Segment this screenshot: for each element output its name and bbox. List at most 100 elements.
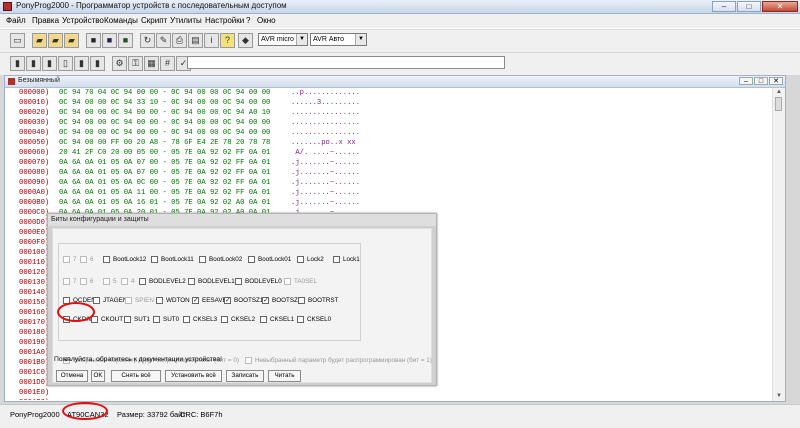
print-preview-icon[interactable]: ▤ (188, 33, 203, 48)
program-icon[interactable]: ▮ (74, 56, 89, 71)
erase-device-icon[interactable]: ▯ (58, 56, 73, 71)
menu-device[interactable]: Устройство (62, 16, 104, 25)
security-bits-icon[interactable]: ⚿ (128, 56, 143, 71)
hex-row[interactable]: 000040) 0C 94 00 00 0C 94 00 00 - 0C 94 0… (9, 128, 769, 138)
menu-utilities[interactable]: Утилиты (170, 16, 202, 25)
checkbox-bodlevel2[interactable]: BODLEVEL2 (139, 275, 186, 287)
open-data-icon[interactable]: ▰ (64, 33, 79, 48)
save-icon[interactable]: ■ (86, 33, 101, 48)
device-model-select[interactable]: AVR Авто ▼ (310, 33, 367, 46)
serial-number-icon[interactable]: # (160, 56, 175, 71)
open-folder-icon[interactable]: ▰ (32, 33, 47, 48)
clear-all-button[interactable]: Снять всё (111, 370, 161, 382)
checkbox-ckout[interactable]: CKOUT (91, 313, 123, 325)
checkbox-bodlevel1[interactable]: BODLEVEL1 (188, 275, 235, 287)
grid-icon[interactable]: ▦ (144, 56, 159, 71)
checkbox-bootsz0[interactable]: ✓ BOOTSZ0 (262, 294, 301, 306)
checkbox-wdton[interactable]: WDTON (156, 294, 190, 306)
maximize-button[interactable]: □ (737, 1, 761, 12)
hex-row[interactable]: 000090) 0A 6A 0A 01 05 0A 0C 00 - 05 7E 0… (9, 178, 769, 188)
chip-icon[interactable]: ◆ (238, 33, 253, 48)
checkbox-cksel1[interactable]: CKSEL1 (260, 313, 294, 325)
checkbox-jtagen[interactable]: JTAGEN (93, 294, 127, 306)
menu-file[interactable]: Файл (6, 16, 26, 25)
vertical-scrollbar[interactable]: ▲ ▼ (772, 88, 785, 401)
menu-settings[interactable]: Настройки (205, 16, 244, 25)
command-field[interactable] (187, 56, 505, 69)
window-titlebar: PonyProg2000 - Программатор устройств с … (0, 0, 800, 14)
device-family-select[interactable]: AVR micro ▼ (258, 33, 308, 46)
checkbox-bodlevel0[interactable]: BODLEVEL0 (235, 275, 282, 287)
minimize-button[interactable]: – (712, 1, 736, 12)
script-icon[interactable]: ✎ (156, 33, 171, 48)
editor-maximize-button[interactable]: □ (754, 77, 768, 85)
checkbox-label: SUT0 (163, 315, 180, 323)
checkbox-sut1[interactable]: SUT1 (124, 313, 150, 325)
verify-device-icon[interactable]: ▮ (42, 56, 57, 71)
save-program-icon[interactable]: ■ (102, 33, 117, 48)
hex-addr: 000150) (19, 299, 50, 307)
menu-window[interactable]: Окно (257, 16, 276, 25)
print-icon[interactable]: ⎙ (172, 33, 187, 48)
reload-icon[interactable]: ↻ (140, 33, 155, 48)
checkbox-sut0[interactable]: SUT0 (153, 313, 179, 325)
hex-row[interactable]: 000050) 0C 94 00 00 FF 00 20 A8 - 78 6F E… (9, 138, 769, 148)
read-button[interactable]: Читать (268, 370, 301, 382)
open-program-icon[interactable]: ▰ (48, 33, 63, 48)
hex-row[interactable]: 000010) 0C 94 00 00 0C 94 33 10 - 0C 94 0… (9, 98, 769, 108)
checkbox-box (80, 255, 87, 263)
help-icon[interactable]: ? (220, 33, 235, 48)
hex-row[interactable]: 000080) 0A 6A 0A 01 05 0A 07 00 - 05 7E 0… (9, 168, 769, 178)
checkbox-bootlock12[interactable]: BootLock12 (103, 253, 146, 265)
scroll-thumb[interactable] (775, 97, 782, 111)
checkbox-bootlock11[interactable]: BootLock11 (151, 253, 194, 265)
menu-edit[interactable]: Правка (32, 16, 59, 25)
checkbox-label: TA0SEL (294, 277, 317, 285)
checkbox-box (80, 277, 87, 285)
checkbox-bootsz1[interactable]: ✓ BOOTSZ1 (224, 294, 263, 306)
scroll-down-icon[interactable]: ▼ (774, 392, 784, 401)
checkbox-bootlock01[interactable]: BootLock01 (248, 253, 291, 265)
editor-close-button[interactable]: ✕ (769, 77, 783, 85)
hex-bytes: 20 41 2F C0 20 00 05 00 - 05 7E 0A 92 02… (59, 149, 271, 157)
hex-addr: 000070) (19, 159, 50, 167)
checkbox-cksel3[interactable]: CKSEL3 (183, 313, 217, 325)
close-button[interactable]: ✕ (762, 1, 798, 12)
checkbox-lock1[interactable]: Lock1 (333, 253, 360, 265)
ok-button[interactable]: OK (91, 370, 105, 382)
checkbox-bootrst[interactable]: BOOTRST (298, 294, 338, 306)
checkbox-lock2[interactable]: Lock2 (297, 253, 324, 265)
cancel-button[interactable]: Отмена (56, 370, 88, 382)
checkbox-bootlock02[interactable]: BootLock02 (199, 253, 242, 265)
hex-row[interactable]: 000030) 0C 94 00 00 0C 94 00 00 - 0C 94 0… (9, 118, 769, 128)
read-device-icon[interactable]: ▮ (10, 56, 25, 71)
hex-row[interactable]: 000070) 0A 6A 0A 01 05 0A 07 00 - 05 7E 0… (9, 158, 769, 168)
checkbox-eesave[interactable]: ✓ EESAVE (192, 294, 227, 306)
menu-commands[interactable]: Команды (104, 16, 138, 25)
menu-script[interactable]: Скрипт (141, 16, 167, 25)
hex-row[interactable]: 000000) 0C 94 70 04 0C 94 00 00 - 0C 94 0… (9, 88, 769, 98)
checkbox-label: BootLock02 (209, 255, 243, 263)
hex-ascii: .j.......~...... (291, 169, 361, 177)
hex-row[interactable]: 0001E0) (9, 388, 769, 398)
hex-row[interactable]: 000060) 20 41 2F C0 20 00 05 00 - 05 7E 0… (9, 148, 769, 158)
checkbox-cksel2[interactable]: CKSEL2 (221, 313, 255, 325)
hex-row[interactable]: 0000B0) 0A 6A 0A 01 05 0A 16 01 - 05 7E 0… (9, 198, 769, 208)
hex-row[interactable]: 0000A0) 0A 6A 0A 01 05 0A 11 00 - 05 7E 0… (9, 188, 769, 198)
hex-row[interactable]: 0001F0) (9, 398, 769, 400)
new-file-icon[interactable]: ▭ (10, 33, 25, 48)
status-size: Размер: 33792 байт (117, 410, 186, 419)
write-button[interactable]: Записать (226, 370, 264, 382)
set-all-button[interactable]: Установить всё (165, 370, 222, 382)
hex-row[interactable]: 000020) 0C 94 00 00 0C 94 00 00 - 0C 94 0… (9, 108, 769, 118)
program-all-icon[interactable]: ▮ (90, 56, 105, 71)
checkbox-cksel0[interactable]: CKSEL0 (297, 313, 331, 325)
write-device-icon[interactable]: ▮ (26, 56, 41, 71)
editor-minimize-button[interactable]: – (739, 77, 753, 85)
hex-addr: 0000F0) (19, 239, 50, 247)
menu-help[interactable]: ? (246, 16, 250, 25)
save-data-icon[interactable]: ■ (118, 33, 133, 48)
setup-icon[interactable]: ⚙ (112, 56, 127, 71)
info-icon[interactable]: i (204, 33, 219, 48)
scroll-up-icon[interactable]: ▲ (774, 88, 784, 97)
